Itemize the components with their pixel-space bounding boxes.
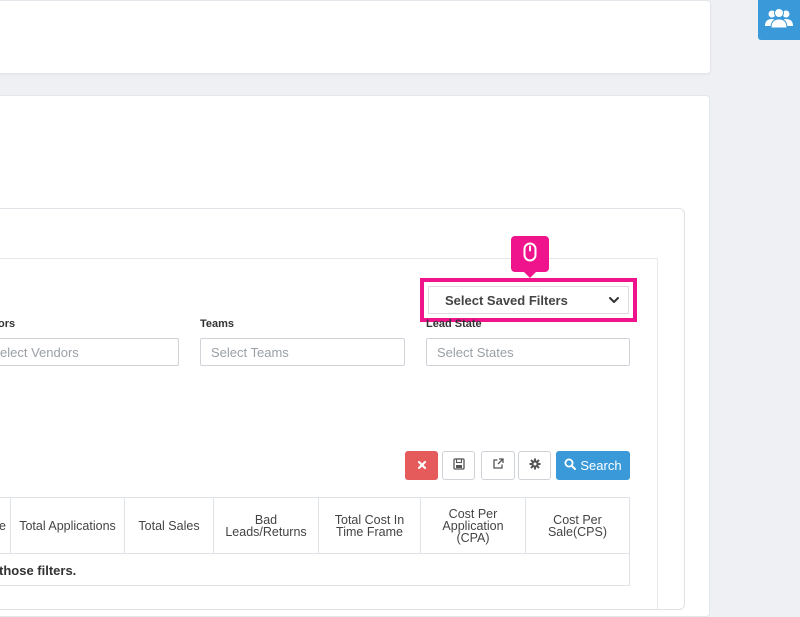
teams-select[interactable]: Select Teams — [200, 338, 405, 366]
users-button[interactable] — [758, 0, 800, 40]
column-header-total-sales[interactable]: Total Sales — [125, 498, 214, 553]
clear-filters-button[interactable] — [405, 451, 438, 480]
teams-label: Teams — [200, 318, 235, 330]
teams-placeholder: Select Teams — [211, 344, 289, 360]
column-header-total-cost[interactable]: Total Cost In Time Frame — [319, 498, 421, 553]
lead-state-label: Lead State — [426, 318, 482, 330]
table-header-row: e Total Applications Total Sales Bad Lea… — [0, 498, 629, 554]
column-header-total-applications[interactable]: Total Applications — [11, 498, 125, 553]
saved-filters-label: Select Saved Filters — [445, 292, 568, 308]
external-link-icon — [492, 457, 505, 475]
save-icon — [452, 457, 465, 475]
column-header-cpa[interactable]: Cost Per Application (CPA) — [421, 498, 526, 553]
saved-filters-select[interactable]: Select Saved Filters — [428, 286, 629, 314]
vendors-select[interactable]: elect Vendors — [0, 338, 179, 366]
gear-icon — [529, 457, 541, 475]
users-icon — [764, 7, 794, 34]
settings-button[interactable] — [518, 451, 551, 480]
lead-state-placeholder: Select States — [437, 344, 514, 360]
export-button[interactable] — [481, 451, 515, 480]
empty-table-message: those filters. — [0, 562, 77, 578]
saved-filters-highlight: Select Saved Filters — [420, 278, 637, 322]
close-icon — [417, 457, 427, 475]
lead-state-select[interactable]: Select States — [426, 338, 630, 366]
cursor-indicator — [511, 236, 549, 278]
vendors-placeholder: elect Vendors — [0, 344, 79, 360]
vendors-label: ors — [0, 318, 16, 330]
results-table: e Total Applications Total Sales Bad Lea… — [0, 497, 630, 586]
column-header-bad-leads[interactable]: Bad Leads/Returns — [214, 498, 319, 553]
search-icon — [564, 458, 577, 473]
column-header[interactable]: e — [0, 498, 11, 553]
chevron-down-icon — [608, 293, 620, 308]
mouse-icon — [523, 242, 537, 267]
column-header-cps[interactable]: Cost Per Sale(CPS) — [526, 498, 629, 553]
search-button[interactable]: Search — [556, 451, 630, 480]
save-filters-button[interactable] — [442, 451, 475, 480]
top-card — [0, 0, 711, 74]
search-button-label: Search — [580, 458, 622, 473]
